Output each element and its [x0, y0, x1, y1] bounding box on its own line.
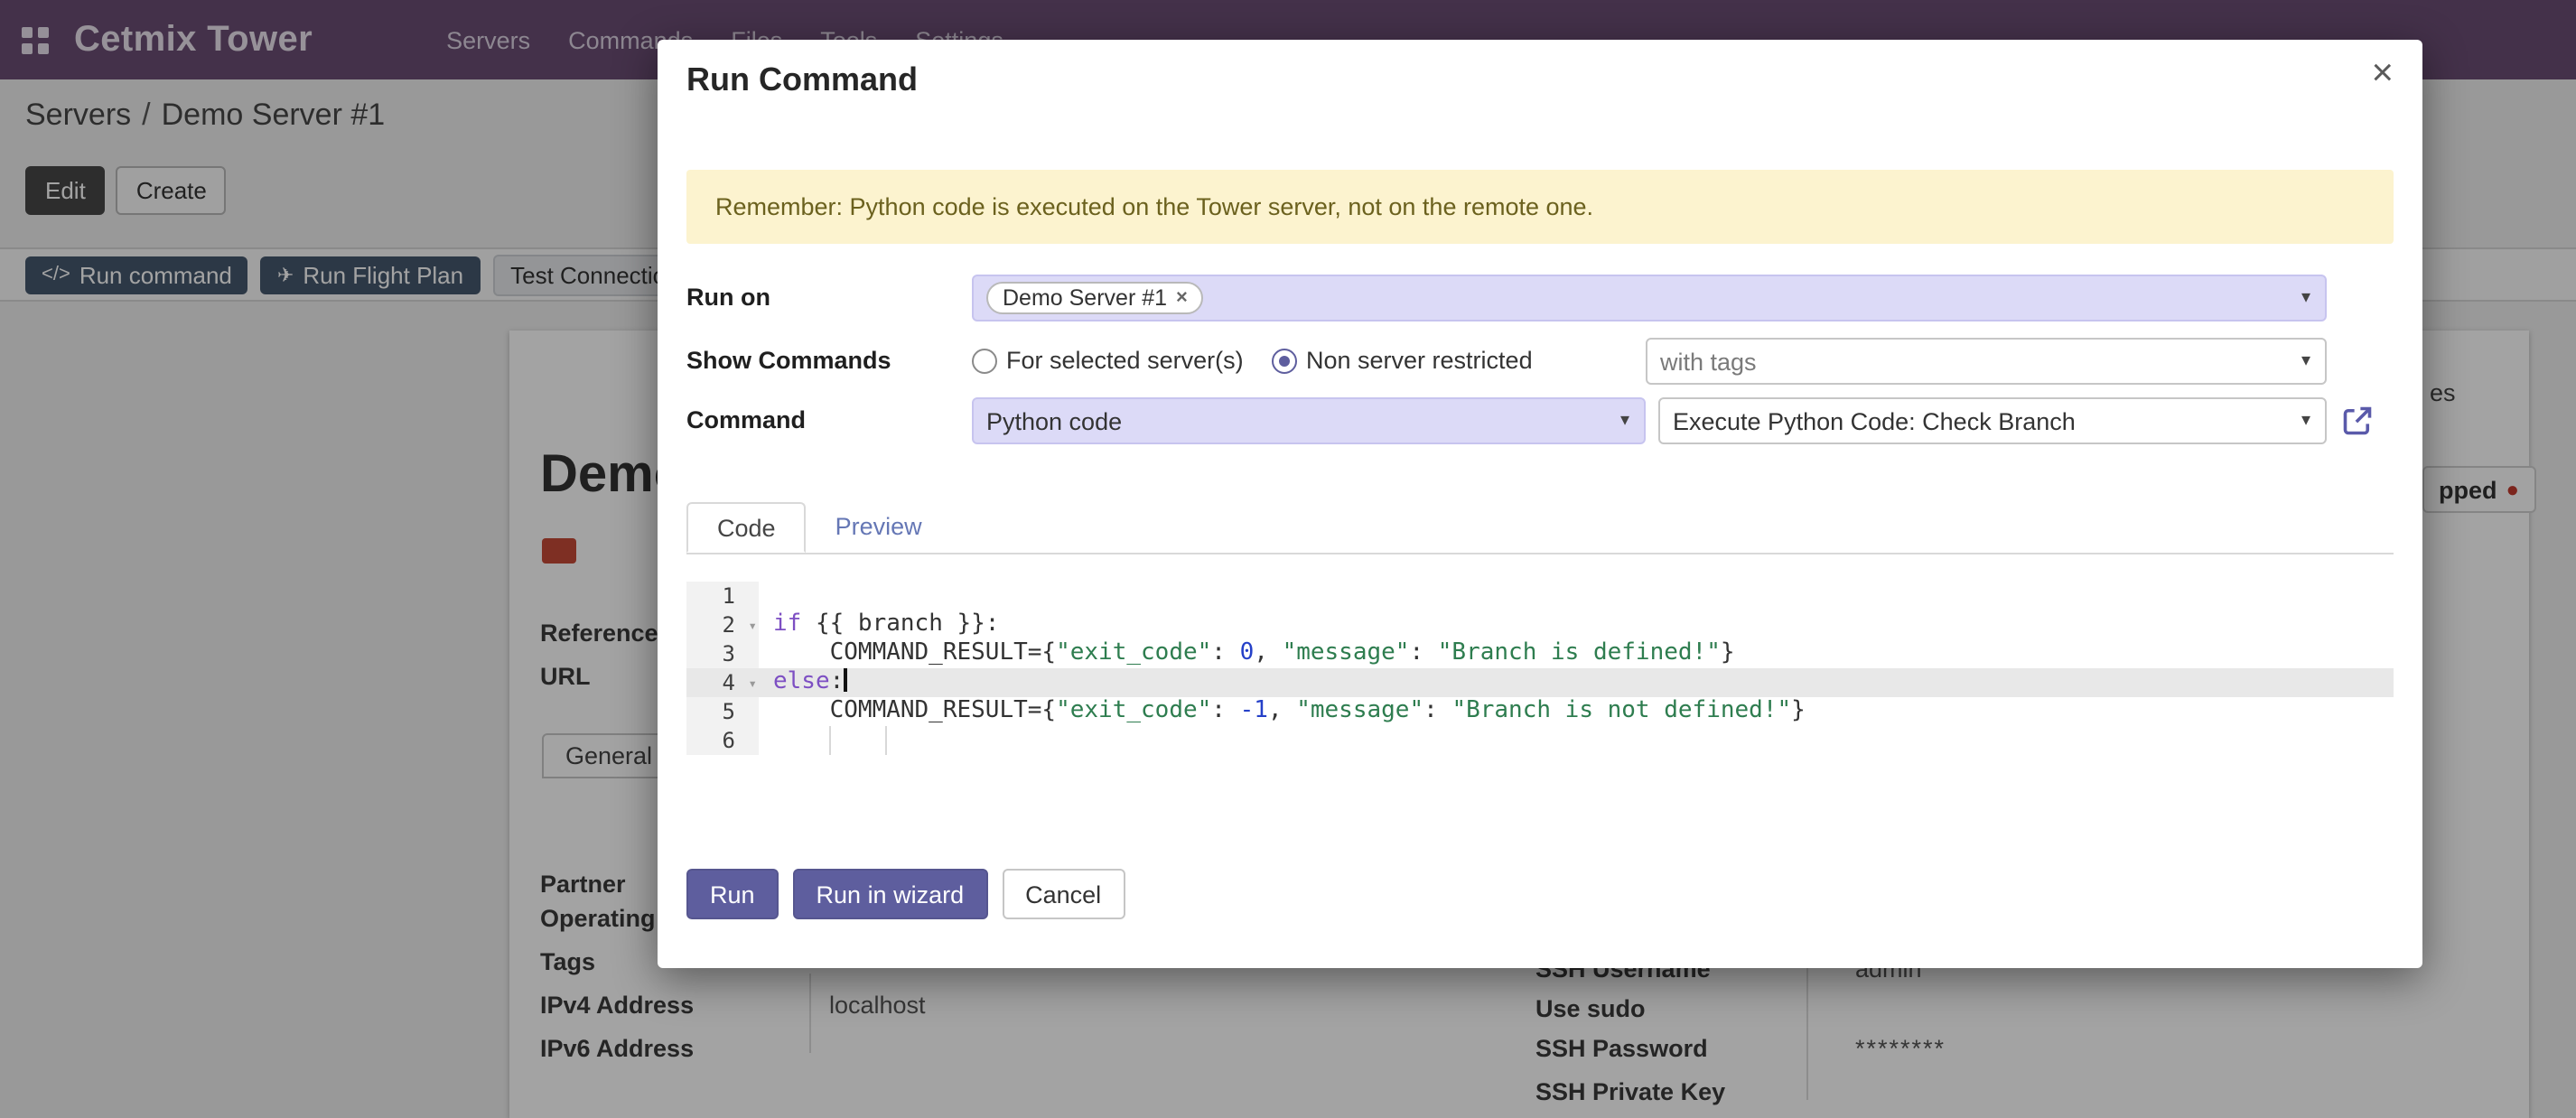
with-tags-placeholder: with tags	[1660, 348, 1757, 375]
editor-line-4[interactable]: 4▾else:	[686, 668, 2394, 697]
external-link-icon[interactable]	[2341, 405, 2374, 437]
command-type-select[interactable]: Python code ▾	[972, 397, 1646, 444]
chevron-down-icon: ▾	[2301, 351, 2310, 371]
tab-preview[interactable]: Preview	[807, 502, 951, 553]
radio-non-server-restricted[interactable]	[1272, 349, 1297, 374]
chevron-down-icon: ▾	[2301, 411, 2310, 431]
editor-line-3[interactable]: 3 COMMAND_RESULT={"exit_code": 0, "messa…	[686, 639, 2394, 668]
chevron-down-icon: ▾	[1620, 411, 1629, 431]
python-warning-alert: Remember: Python code is executed on the…	[686, 170, 2394, 244]
code-text	[759, 582, 2394, 610]
code-editor[interactable]: 12▾if {{ branch }}:3 COMMAND_RESULT={"ex…	[686, 582, 2394, 755]
code-preview-tabs: CodePreview	[686, 502, 2394, 554]
editor-line-1[interactable]: 1	[686, 582, 2394, 610]
cancel-button[interactable]: Cancel	[1002, 869, 1125, 919]
run-command-dialog: Run Command × Remember: Python code is e…	[658, 40, 2422, 968]
code-text: COMMAND_RESULT={"exit_code": 0, "message…	[759, 639, 2394, 668]
server-tag-label: Demo Server #1	[1003, 285, 1167, 311]
remove-tag-icon[interactable]: ×	[1176, 287, 1188, 309]
show-commands-label: Show Commands	[686, 338, 891, 385]
radio-label-non-server-restricted[interactable]: Non server restricted	[1306, 338, 1533, 385]
close-icon[interactable]: ×	[2371, 54, 2394, 92]
run-on-label: Run on	[686, 275, 770, 321]
server-tag-chip: Demo Server #1 ×	[986, 282, 1204, 314]
line-number: 1	[686, 582, 759, 610]
code-text: COMMAND_RESULT={"exit_code": -1, "messag…	[759, 697, 2394, 726]
run-in-wizard-button[interactable]: Run in wizard	[793, 869, 988, 919]
line-number: 6	[686, 726, 759, 755]
radio-label-for-selected-servers[interactable]: For selected server(s)	[1006, 338, 1244, 385]
app-viewport: Cetmix Tower ServersCommandsFilesToolsSe…	[0, 0, 2576, 1118]
command-label: Command	[686, 397, 806, 444]
dialog-footer: Run Run in wizard Cancel	[686, 869, 1125, 919]
code-text	[759, 726, 2394, 755]
line-number: 4▾	[686, 668, 759, 697]
command-select[interactable]: Execute Python Code: Check Branch ▾	[1658, 397, 2327, 444]
fold-caret-icon[interactable]: ▾	[748, 612, 757, 641]
tab-code[interactable]: Code	[686, 502, 807, 553]
chevron-down-icon: ▾	[2301, 288, 2310, 308]
run-button[interactable]: Run	[686, 869, 779, 919]
command-value: Execute Python Code: Check Branch	[1673, 407, 2076, 434]
run-on-select[interactable]: Demo Server #1 × ▾	[972, 275, 2327, 321]
line-number: 3	[686, 639, 759, 668]
dialog-title: Run Command	[686, 61, 918, 99]
code-text: else:	[759, 668, 2394, 697]
text-cursor	[844, 668, 847, 692]
fold-caret-icon[interactable]: ▾	[748, 670, 757, 699]
editor-line-2[interactable]: 2▾if {{ branch }}:	[686, 610, 2394, 639]
code-text: if {{ branch }}:	[759, 610, 2394, 639]
with-tags-select[interactable]: with tags ▾	[1646, 338, 2327, 385]
command-type-value: Python code	[986, 407, 1122, 434]
editor-line-5[interactable]: 5 COMMAND_RESULT={"exit_code": -1, "mess…	[686, 697, 2394, 726]
line-number: 2▾	[686, 610, 759, 639]
editor-line-6[interactable]: 6	[686, 726, 2394, 755]
line-number: 5	[686, 697, 759, 726]
radio-for-selected-servers[interactable]	[972, 349, 997, 374]
